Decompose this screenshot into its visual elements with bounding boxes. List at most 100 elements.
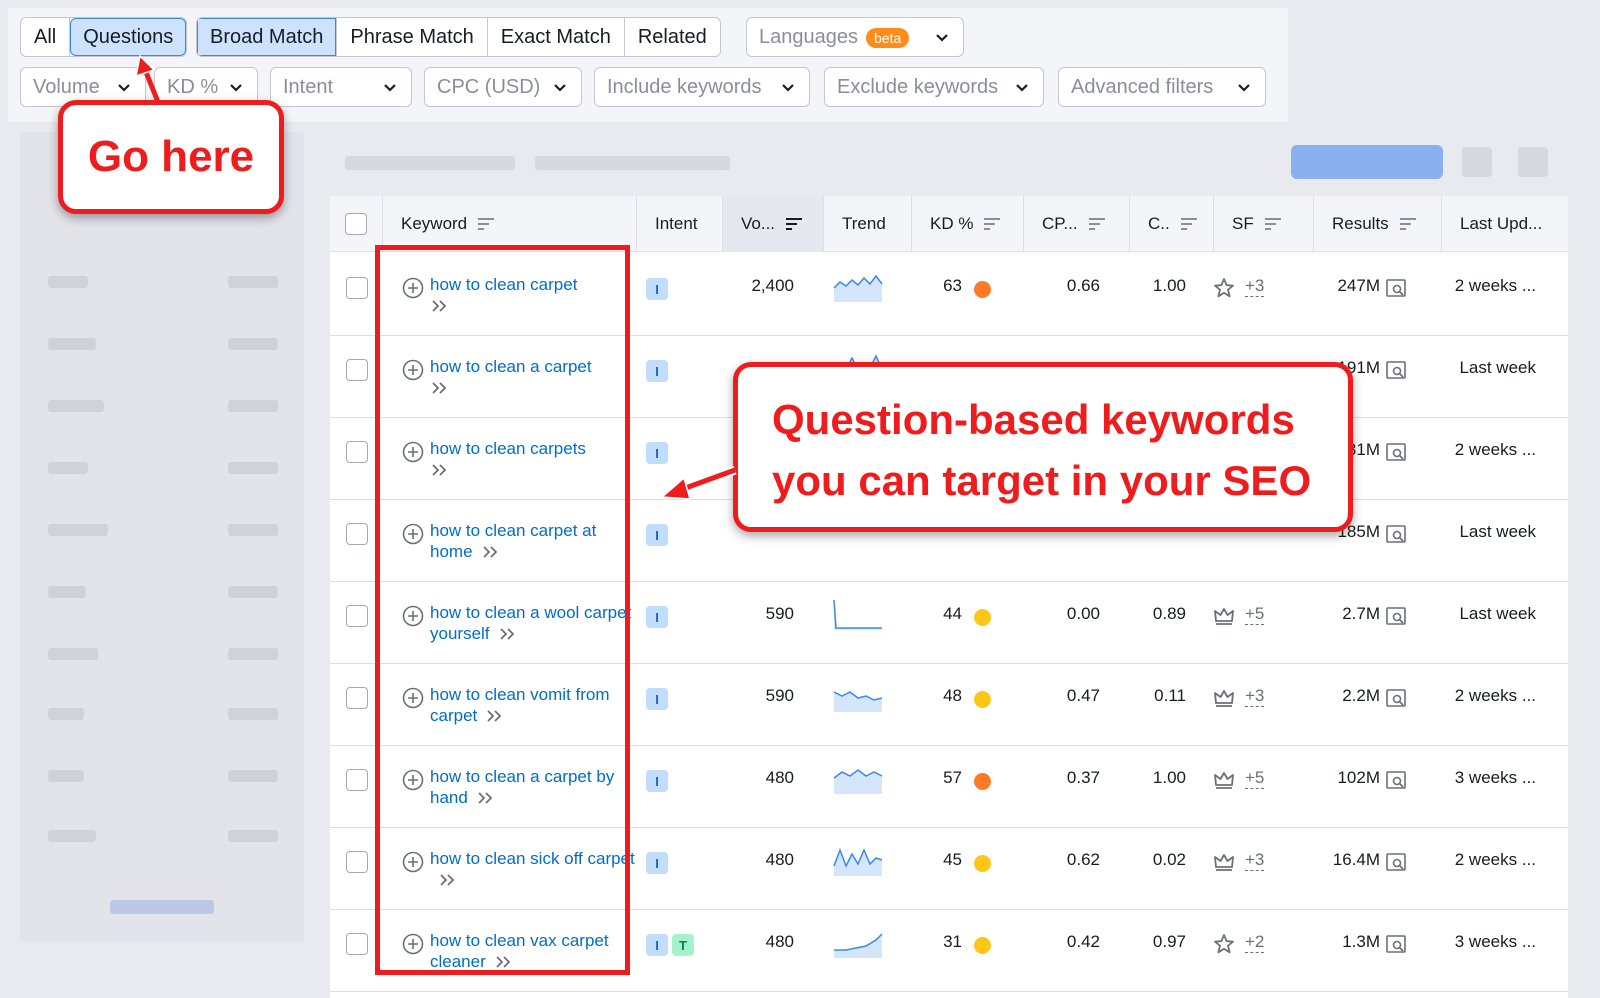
beta-badge: beta [865,27,910,48]
intent-badge: I [646,278,668,300]
blurred-group-row [48,830,278,844]
cpc-value: 0.62 [1066,850,1100,869]
row-checkbox[interactable] [346,687,368,709]
col-keyword[interactable]: Keyword [383,196,637,252]
cpc-value: 0.00 [1066,604,1100,623]
trend-sparkline [833,847,883,876]
results-value: 16.4M [1332,850,1380,869]
last-updated-value: 3 weeks ... [1454,932,1536,951]
intent-badge: I [646,688,668,710]
kd-value: 31 [943,932,962,951]
languages-dropdown[interactable]: Languages beta [746,17,964,57]
serp-features-more[interactable]: +2 [1245,932,1265,953]
tab-phrase-match[interactable]: Phrase Match [337,18,488,56]
last-updated-value: 2 weeks ... [1454,440,1536,459]
intent-badge: I [646,770,668,792]
col-intent[interactable]: Intent [637,196,723,252]
serp-features-more[interactable]: +5 [1245,768,1265,789]
volume-value: 590 [765,604,794,623]
serp-preview-icon[interactable] [1385,359,1407,381]
advanced-filters[interactable]: Advanced filters [1058,67,1266,107]
col-results[interactable]: Results [1314,196,1442,252]
kd-value: 57 [943,768,962,787]
col-cpc[interactable]: CP... [1024,196,1130,252]
exclude-keywords-filter[interactable]: Exclude keywords [824,67,1044,107]
trend-sparkline [833,769,883,794]
serp-features-more[interactable]: +3 [1245,686,1265,707]
trend-sparkline [833,274,883,302]
export-icon[interactable] [1518,147,1548,177]
col-trend-label: Trend [842,214,886,233]
chevron-down-icon [230,84,242,92]
cpc-filter[interactable]: CPC (USD) [424,67,582,107]
serp-preview-icon[interactable] [1385,769,1407,791]
tab-broad-match[interactable]: Broad Match [197,18,338,56]
row-checkbox[interactable] [346,523,368,545]
chevron-down-icon [118,84,130,92]
serp-preview-icon[interactable] [1385,277,1407,299]
col-competition[interactable]: C.. [1130,196,1214,252]
tab-all[interactable]: All [21,18,71,56]
blurred-group-row [48,648,278,662]
serp-preview-icon[interactable] [1385,441,1407,463]
row-checkbox[interactable] [346,933,368,955]
blurred-group-row [48,276,278,290]
col-results-label: Results [1332,214,1389,233]
tab-exact-match[interactable]: Exact Match [488,18,625,56]
tab-related[interactable]: Related [625,18,720,56]
serp-preview-icon[interactable] [1385,605,1407,627]
intent-filter-label: Intent [283,75,334,98]
exclude-keywords-label: Exclude keywords [837,75,999,98]
serp-preview-icon[interactable] [1385,851,1407,873]
go-here-callout: Go here [58,100,284,214]
sort-icon [1180,218,1197,230]
serp-preview-icon[interactable] [1385,523,1407,545]
kd-filter-label: KD % [167,75,219,98]
sort-icon [1399,218,1416,230]
row-checkbox[interactable] [346,605,368,627]
serp-preview-icon[interactable] [1385,933,1407,955]
add-to-list-button[interactable] [1291,145,1443,179]
star-icon [1214,278,1234,298]
col-kd[interactable]: KD % [912,196,1024,252]
serp-features-more[interactable]: +3 [1245,850,1265,871]
scope-tabs: All Questions [20,17,188,57]
row-checkbox[interactable] [346,851,368,873]
intent-badge: I [646,524,668,546]
intent-badge: I [646,934,668,956]
serp-preview-icon[interactable] [1385,687,1407,709]
intent-filter[interactable]: Intent [270,67,412,107]
row-checkbox[interactable] [346,769,368,791]
serp-features-more[interactable]: +3 [1245,276,1265,297]
col-volume[interactable]: Vo... [723,196,824,252]
intent-badge: I [646,606,668,628]
sort-icon [984,218,1001,230]
col-keyword-label: Keyword [401,214,468,233]
col-last-updated[interactable]: Last Upd... [1442,196,1568,252]
serp-features-more[interactable]: +5 [1245,604,1265,625]
show-more-link[interactable] [110,900,214,914]
chevron-down-icon [1016,84,1028,92]
col-serp-features[interactable]: SF [1214,196,1314,252]
select-all-checkbox[interactable] [345,213,367,235]
go-here-text: Go here [87,132,255,181]
cpc-value: 0.66 [1066,276,1100,295]
competition-value: 1.00 [1152,276,1186,295]
competition-value: 0.97 [1152,932,1186,951]
include-keywords-filter[interactable]: Include keywords [594,67,810,107]
blurred-group-row [48,524,278,538]
kd-difficulty-dot [974,281,991,298]
row-checkbox[interactable] [346,277,368,299]
col-volume-label: Vo... [741,214,776,233]
competition-value: 0.89 [1152,604,1186,623]
sort-desc-icon [786,218,803,230]
toolbar-icon[interactable] [1462,147,1492,177]
blurred-summary [535,156,730,170]
row-checkbox[interactable] [346,359,368,381]
col-kd-label: KD % [930,214,974,233]
sort-icon [1088,218,1105,230]
row-checkbox[interactable] [346,441,368,463]
crown-icon [1214,608,1234,625]
trend-sparkline [833,599,882,630]
tab-questions[interactable]: Questions [70,18,187,56]
